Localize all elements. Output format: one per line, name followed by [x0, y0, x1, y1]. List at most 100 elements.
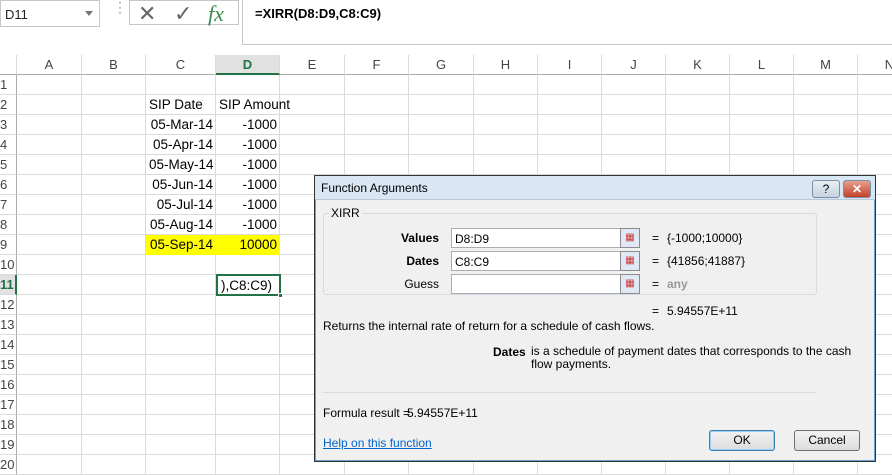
cell-c9[interactable]: 05-Sep-14: [146, 235, 216, 255]
row-number: 9: [0, 237, 8, 252]
function-description: Returns the internal rate of return for …: [323, 319, 655, 333]
column-header-j[interactable]: J: [602, 55, 666, 75]
column-header-n[interactable]: N: [858, 55, 892, 75]
argument-help-text: is a schedule of payment dates that corr…: [531, 344, 852, 371]
cell-c2[interactable]: SIP Date: [146, 95, 216, 115]
column-header-k[interactable]: K: [666, 55, 730, 75]
formula-result-label: Formula result =: [323, 406, 411, 420]
row-header-18[interactable]: 18: [0, 415, 17, 435]
insert-function-icon[interactable]: fx: [208, 1, 224, 27]
equals-sign: =: [652, 231, 660, 245]
cell-c6[interactable]: 05-Jun-14: [146, 175, 216, 195]
cell-c5[interactable]: 05-May-14: [146, 155, 216, 175]
formula-buttons: ✕ ✓ fx: [129, 0, 239, 27]
row-header-17[interactable]: 17: [0, 395, 17, 415]
row-number: 1: [0, 77, 8, 92]
column-header-f[interactable]: F: [345, 55, 409, 75]
arg-input-dates[interactable]: C8:C9: [451, 251, 621, 271]
row-number: 20: [0, 457, 15, 472]
column-header-h[interactable]: H: [474, 55, 538, 75]
row-number: 5: [0, 157, 8, 172]
arg-label-guess: Guess: [404, 277, 439, 291]
help-button[interactable]: ?: [812, 180, 840, 198]
cell-d8[interactable]: -1000: [216, 215, 280, 235]
row-header-13[interactable]: 13: [0, 315, 17, 335]
row-header-12[interactable]: 12: [0, 295, 17, 315]
arg-result-values: {-1000;10000}: [667, 231, 743, 245]
enter-icon[interactable]: ✓: [174, 1, 192, 27]
active-cell-d11[interactable]: ),C8:C9): [216, 274, 281, 296]
ok-button[interactable]: OK: [709, 430, 775, 451]
row-header-5[interactable]: 5: [0, 155, 17, 175]
cancel-icon[interactable]: ✕: [138, 1, 156, 27]
cell-edit-text: ),C8:C9): [221, 278, 273, 293]
row-header-2[interactable]: 2: [0, 95, 17, 115]
arg-input-values[interactable]: D8:D9: [451, 228, 621, 248]
cancel-button[interactable]: Cancel: [794, 430, 860, 451]
cell-d5[interactable]: -1000: [216, 155, 280, 175]
row-header-3[interactable]: 3: [0, 115, 17, 135]
row-header-19[interactable]: 19: [0, 435, 17, 455]
equals-sign: =: [652, 304, 660, 318]
row-number: 8: [0, 217, 8, 232]
dialog-title-bar[interactable]: Function Arguments: [315, 176, 875, 200]
row-header-1[interactable]: 1: [0, 75, 17, 95]
range-selector-icon[interactable]: ▦: [620, 251, 640, 271]
row-number: 15: [0, 357, 15, 372]
column-header-i[interactable]: I: [538, 55, 602, 75]
cell-c3[interactable]: 05-Mar-14: [146, 115, 216, 135]
row-number: 3: [0, 117, 8, 132]
column-header-e[interactable]: E: [280, 55, 345, 75]
cell-c8[interactable]: 05-Aug-14: [146, 215, 216, 235]
row-number: 6: [0, 177, 8, 192]
formula-result-value: 5.94557E+11: [407, 406, 478, 420]
name-box[interactable]: D11: [0, 0, 100, 27]
cell-d6[interactable]: -1000: [216, 175, 280, 195]
select-all-button[interactable]: [0, 55, 17, 75]
arg-result-guess: any: [667, 277, 688, 291]
name-box-value: D11: [5, 7, 28, 22]
fill-handle[interactable]: [278, 293, 283, 298]
grip-dots-icon[interactable]: ⋮: [113, 0, 127, 14]
column-header-g[interactable]: G: [409, 55, 474, 75]
help-link[interactable]: Help on this function: [323, 436, 432, 450]
column-header-c[interactable]: C: [146, 55, 216, 75]
column-header-b[interactable]: B: [82, 55, 146, 75]
formula-input[interactable]: =XIRR(D8:D9,C8:C9): [242, 0, 892, 45]
row-number: 2: [0, 97, 8, 112]
close-button[interactable]: ✕: [843, 180, 871, 198]
row-header-4[interactable]: 4: [0, 135, 17, 155]
row-header-7[interactable]: 7: [0, 195, 17, 215]
row-number: 18: [0, 417, 15, 432]
row-number: 16: [0, 377, 15, 392]
row-header-11[interactable]: 11: [0, 275, 17, 295]
row-header-8[interactable]: 8: [0, 215, 17, 235]
row-number: 19: [0, 437, 15, 452]
row-number: 12: [0, 297, 15, 312]
range-selector-icon[interactable]: ▦: [620, 228, 640, 248]
cell-d2[interactable]: SIP Amount: [216, 95, 296, 115]
column-header-l[interactable]: L: [730, 55, 794, 75]
row-header-6[interactable]: 6: [0, 175, 17, 195]
cell-d4[interactable]: -1000: [216, 135, 280, 155]
row-header-9[interactable]: 9: [0, 235, 17, 255]
column-header-a[interactable]: A: [17, 55, 82, 75]
cell-d3[interactable]: -1000: [216, 115, 280, 135]
cell-d9[interactable]: 10000: [216, 235, 280, 255]
arg-input-guess[interactable]: [451, 274, 621, 294]
range-selector-icon[interactable]: ▦: [620, 274, 640, 294]
row-header-20[interactable]: 20: [0, 455, 17, 475]
row-header-14[interactable]: 14: [0, 335, 17, 355]
row-header-10[interactable]: 10: [0, 255, 17, 275]
cell-c4[interactable]: 05-Apr-14: [146, 135, 216, 155]
row-header-16[interactable]: 16: [0, 375, 17, 395]
cell-c7[interactable]: 05-Jul-14: [146, 195, 216, 215]
row-header-15[interactable]: 15: [0, 355, 17, 375]
column-header-m[interactable]: M: [794, 55, 858, 75]
gridline: [81, 75, 82, 475]
row-number: 13: [0, 317, 15, 332]
cell-d7[interactable]: -1000: [216, 195, 280, 215]
divider: [323, 392, 817, 393]
chevron-down-icon[interactable]: [85, 11, 93, 16]
column-header-d[interactable]: D: [216, 55, 280, 75]
